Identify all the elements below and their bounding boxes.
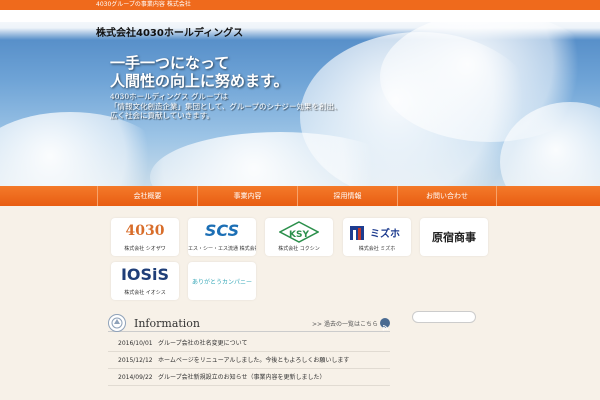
news-item[interactable]: 2015/12/12 ホームページをリニューアルしました。今後ともよろしくお願い… xyxy=(108,352,390,369)
information-section: Information >> 過去の一覧はこちら 2016/10/01 グループ… xyxy=(108,314,390,400)
nav-item-about[interactable]: 会社概要 xyxy=(97,186,197,206)
news-date: 2014/09/22 xyxy=(118,374,153,381)
hero-description-line: 4030ホールディングス グループは xyxy=(110,92,228,101)
hero-headline: 一手一つになって 人間性の向上に努めます。 xyxy=(110,54,289,90)
company-logo-mark: 4030 xyxy=(125,223,165,239)
company-card-kokushin[interactable]: KSY 株式会社 コクシン xyxy=(265,218,333,256)
company-logo-mark: ミズホ xyxy=(370,229,400,240)
hero-headline-line: 人間性の向上に努めます。 xyxy=(110,72,289,90)
company-caption: 株式会社 イオシス xyxy=(124,290,166,296)
main-nav: 会社概要 事業内容 採用情報 お問い合わせ xyxy=(0,186,600,206)
company-logo[interactable]: 株式会社4030ホールディングス xyxy=(96,24,243,39)
company-card-shiozawa[interactable]: 4030 株式会社 シオザワ xyxy=(111,218,179,256)
nav-item-recruit[interactable]: 採用情報 xyxy=(297,186,397,206)
company-logo-mark: IOSiS xyxy=(120,265,170,284)
company-logo-mark: 原宿商事 xyxy=(432,231,476,244)
news-date: 2016/10/01 xyxy=(118,340,153,347)
company-card-scs[interactable]: SCS エス・シー・エス流通 株式会社 xyxy=(188,218,256,256)
company-caption: 株式会社 シオザワ xyxy=(124,246,166,252)
top-bar: 4030グループの事業内容 株式会社 xyxy=(0,0,600,10)
news-title[interactable]: グループ会社新規設立のお知らせ（事業内容を更新しました） xyxy=(158,369,326,386)
search-input[interactable] xyxy=(412,311,476,323)
company-card-mizuho[interactable]: ミズホ 株式会社 ミズホ xyxy=(343,218,411,256)
hero-banner: 一手一つになって 人間性の向上に努めます。 4030ホールディングス グループは… xyxy=(0,22,600,186)
company-caption: 株式会社 ミズホ xyxy=(358,246,396,252)
company-caption: 株式会社 コクシン xyxy=(278,246,320,252)
crest-icon xyxy=(108,314,126,332)
site-header-bar: 株式会社4030ホールディングス xyxy=(0,10,600,40)
hero-description: 4030ホールディングス グループは 「情報文化創造企業」集団として、グループの… xyxy=(110,92,370,121)
information-title: Information xyxy=(134,317,201,330)
news-item[interactable]: 2016/10/01 グループ会社の社名変更について xyxy=(108,335,390,352)
news-item[interactable]: 2014/09/22 グループ会社新規設立のお知らせ（事業内容を更新しました） xyxy=(108,369,390,386)
information-header: Information >> 過去の一覧はこちら xyxy=(108,314,390,332)
information-archive-link[interactable]: >> 過去の一覧はこちら xyxy=(312,319,378,328)
news-title[interactable]: グループ会社の社名変更について xyxy=(158,335,247,352)
company-card-iosis[interactable]: IOSiS 株式会社 イオシス xyxy=(111,262,179,300)
nav-item-business[interactable]: 事業内容 xyxy=(197,186,297,206)
news-date: 2015/12/12 xyxy=(118,357,153,364)
company-logo-mark: SCS xyxy=(204,221,240,240)
rss-icon[interactable] xyxy=(380,318,390,331)
cloud-shape xyxy=(0,112,170,186)
company-logo-mark: KSY xyxy=(289,230,309,240)
top-tagline: 4030グループの事業内容 株式会社 xyxy=(96,1,191,8)
company-caption: ありがとうカンパニー xyxy=(191,279,252,286)
news-title[interactable]: ホームページをリニューアルしました。今後ともよろしくお願いします xyxy=(158,352,349,369)
company-card-harajuku[interactable]: 原宿商事 xyxy=(420,218,488,256)
company-card-arigato[interactable]: ありがとうカンパニー xyxy=(188,262,256,300)
nav-item-contact[interactable]: お問い合わせ xyxy=(397,186,497,206)
company-caption: エス・シー・エス流通 株式会社 xyxy=(188,246,256,252)
hero-headline-line: 一手一つになって xyxy=(110,54,230,72)
hero-description-line: 広く社会に貢献していきます。 xyxy=(110,111,215,120)
hero-description-line: 「情報文化創造企業」集団として、グループのシナジー効果を創出、 xyxy=(110,101,342,111)
